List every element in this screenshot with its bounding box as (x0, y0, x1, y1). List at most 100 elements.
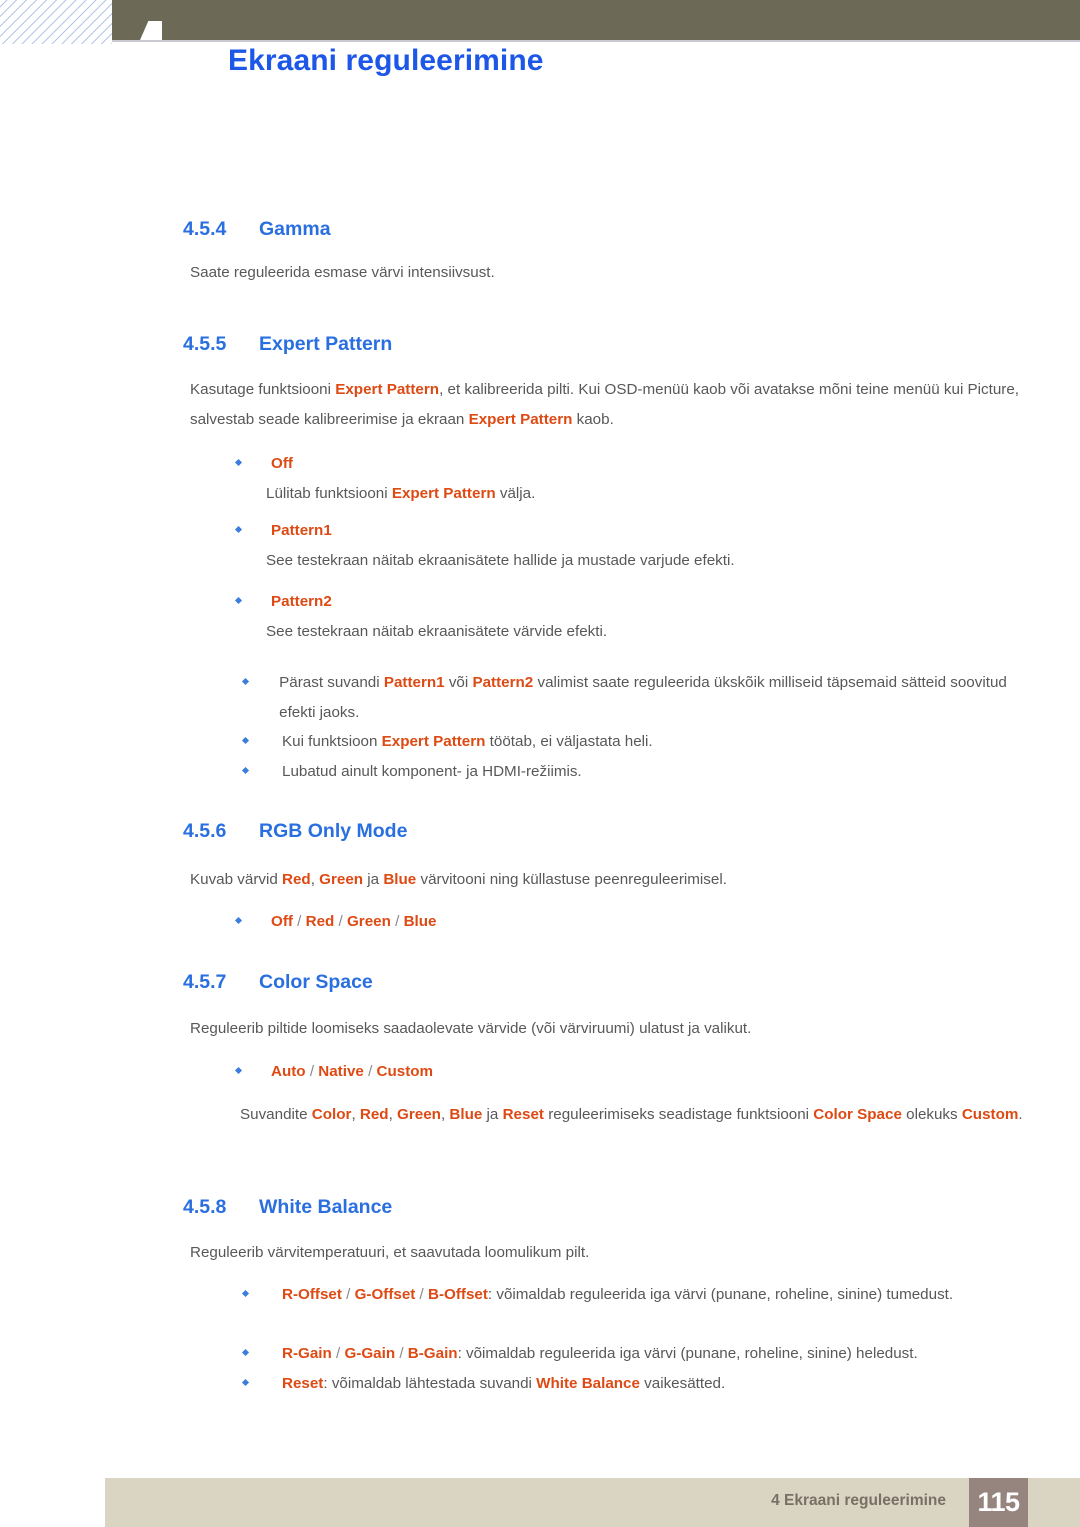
heading-number: 4.5.8 (183, 1196, 227, 1218)
text-fragment: . (1018, 1106, 1023, 1123)
heading-text: Gamma (259, 218, 331, 240)
bullet-diamond-icon (241, 736, 250, 745)
option-value: R-Offset (282, 1286, 342, 1303)
option-value: Blue (403, 913, 437, 930)
list-item: Pärast suvandi Pattern1 või Pattern2 val… (241, 668, 1023, 728)
gamma-description: Saate reguleerida esmase värvi intensiiv… (190, 264, 495, 281)
bullet-diamond-icon (241, 677, 250, 686)
corner-hatch-decoration (0, 0, 112, 44)
option-value: G-Gain (344, 1345, 396, 1362)
heading-text: Expert Pattern (259, 333, 393, 355)
text-fragment: Kasutage funktsiooni (190, 381, 336, 398)
text-fragment: töötab, ei väljastata heli. (485, 733, 653, 750)
bullet-diamond-icon (234, 458, 243, 467)
heading-4-5-7: 4.5.7 Color Space (183, 971, 373, 994)
list-item: Lubatud ainult komponent- ja HDMI-režiim… (241, 757, 1023, 787)
option-value: B-Gain (407, 1345, 458, 1362)
rgb-only-description: Kuvab värvid Red, Green ja Blue värvitoo… (190, 865, 1020, 895)
text-fragment: välja. (495, 485, 536, 502)
text-fragment: Pärast suvandi (279, 674, 384, 691)
list-item: Kui funktsioon Expert Pattern töötab, ei… (241, 727, 1023, 757)
option-value: B-Offset (428, 1286, 488, 1303)
highlight-term: Red (359, 1106, 389, 1123)
page-header: Ekraani reguleerimine (0, 0, 1080, 120)
bullet-diamond-icon (241, 766, 250, 775)
note-text: Pärast suvandi Pattern1 või Pattern2 val… (279, 668, 1023, 728)
text-fragment: tumedust. (886, 1286, 954, 1303)
text-fragment: ja (482, 1106, 503, 1123)
heading-text: White Balance (259, 1196, 393, 1218)
highlight-term: Blue (383, 871, 417, 888)
option-value: Reset (282, 1375, 324, 1392)
option-value: Native (318, 1063, 364, 1080)
text-fragment: , (351, 1106, 360, 1123)
heading-number: 4.5.7 (183, 971, 227, 993)
page-number-badge: 115 (969, 1478, 1028, 1527)
option-description: See testekraan näitab ekraanisätete hall… (266, 552, 735, 569)
text-fragment: valimist saate reguleerida ükskõik milli… (533, 674, 947, 691)
chapter-bar (112, 0, 1080, 40)
note-text: Lubatud ainult komponent- ja HDMI-režiim… (282, 763, 582, 780)
page-footer: 4 Ekraani reguleerimine (105, 1478, 1080, 1527)
bullet-diamond-icon (241, 1289, 250, 1298)
option-label: Off (271, 455, 293, 472)
option-choices: Auto / Native / Custom (271, 1063, 434, 1080)
heading-4-5-8: 4.5.8 White Balance (183, 1196, 392, 1219)
list-item: Pattern1 (234, 516, 332, 546)
text-fragment: olekuks (906, 1106, 962, 1123)
heading-text: RGB Only Mode (259, 820, 408, 842)
option-value: Green (346, 913, 391, 930)
highlight-term: Pattern1 (383, 674, 445, 691)
highlight-term: Color (311, 1106, 352, 1123)
text-fragment: , (388, 1106, 398, 1123)
highlight-term: Color Space (813, 1106, 902, 1123)
text-fragment: vaikesätted. (639, 1375, 726, 1392)
list-item: R-Offset / G-Offset / B-Offset: võimalda… (241, 1280, 1023, 1310)
text-fragment: Kuvab värvid (190, 871, 283, 888)
highlight-term: Custom (961, 1106, 1019, 1123)
text-fragment: : võimaldab reguleerida iga värvi (punan… (457, 1345, 918, 1362)
text-fragment: : võimaldab lähtestada suvandi (323, 1375, 537, 1392)
option-value: Auto (271, 1063, 306, 1080)
bullet-diamond-icon (241, 1348, 250, 1357)
text-fragment: ja (363, 871, 384, 888)
text-fragment: Kui funktsioon (282, 733, 382, 750)
highlight-term: Red (282, 871, 311, 888)
heading-4-5-6: 4.5.6 RGB Only Mode (183, 820, 407, 843)
text-fragment: Lülitab funktsiooni (266, 485, 392, 502)
heading-4-5-4: 4.5.4 Gamma (183, 218, 331, 241)
option-choices: Off / Red / Green / Blue (271, 913, 437, 930)
bullet-diamond-icon (234, 596, 243, 605)
option-value: Custom (376, 1063, 434, 1080)
option-description: See testekraan näitab ekraanisätete värv… (266, 623, 608, 640)
option-value: R-Gain (282, 1345, 332, 1362)
highlight-term: Blue (449, 1106, 483, 1123)
bullet-diamond-icon (234, 916, 243, 925)
text-fragment: , et kalibreerida pilti. Kui OSD-menüü k… (439, 381, 890, 398)
option-value: Red (305, 913, 335, 930)
highlight-term: Expert Pattern (391, 485, 496, 502)
heading-4-5-5: 4.5.5 Expert Pattern (183, 333, 392, 356)
color-space-description: Reguleerib piltide loomiseks saadaolevat… (190, 1020, 752, 1037)
white-balance-reset-item: Reset: võimaldab lähtestada suvandi Whit… (282, 1369, 725, 1399)
white-balance-offset-item: R-Offset / G-Offset / B-Offset: võimalda… (282, 1286, 954, 1303)
text-fragment: või (444, 674, 473, 691)
white-balance-gain-item: R-Gain / G-Gain / B-Gain: võimaldab regu… (282, 1345, 918, 1362)
option-label: Pattern2 (271, 593, 332, 610)
list-item: Reset: võimaldab lähtestada suvandi Whit… (241, 1369, 1033, 1399)
option-value: Off (271, 913, 293, 930)
list-item: R-Gain / G-Gain / B-Gain: võimaldab regu… (241, 1339, 1033, 1369)
list-item: Off / Red / Green / Blue (234, 907, 437, 937)
option-label: Pattern1 (271, 522, 332, 539)
page-title: Ekraani reguleerimine (228, 44, 544, 77)
footer-chapter-label: 4 Ekraani reguleerimine (771, 1492, 946, 1509)
text-fragment: kaob. (572, 411, 614, 428)
note-text: Kui funktsioon Expert Pattern töötab, ei… (282, 727, 653, 757)
highlight-term: Expert Pattern (335, 381, 440, 398)
highlight-term: Expert Pattern (468, 411, 573, 428)
heading-number: 4.5.4 (183, 218, 227, 240)
header-divider-rule (112, 40, 1080, 42)
text-fragment: : võimaldab reguleerida iga värvi (punan… (487, 1286, 883, 1303)
text-fragment: Suvandite (240, 1106, 312, 1123)
highlight-term: Green (319, 871, 364, 888)
